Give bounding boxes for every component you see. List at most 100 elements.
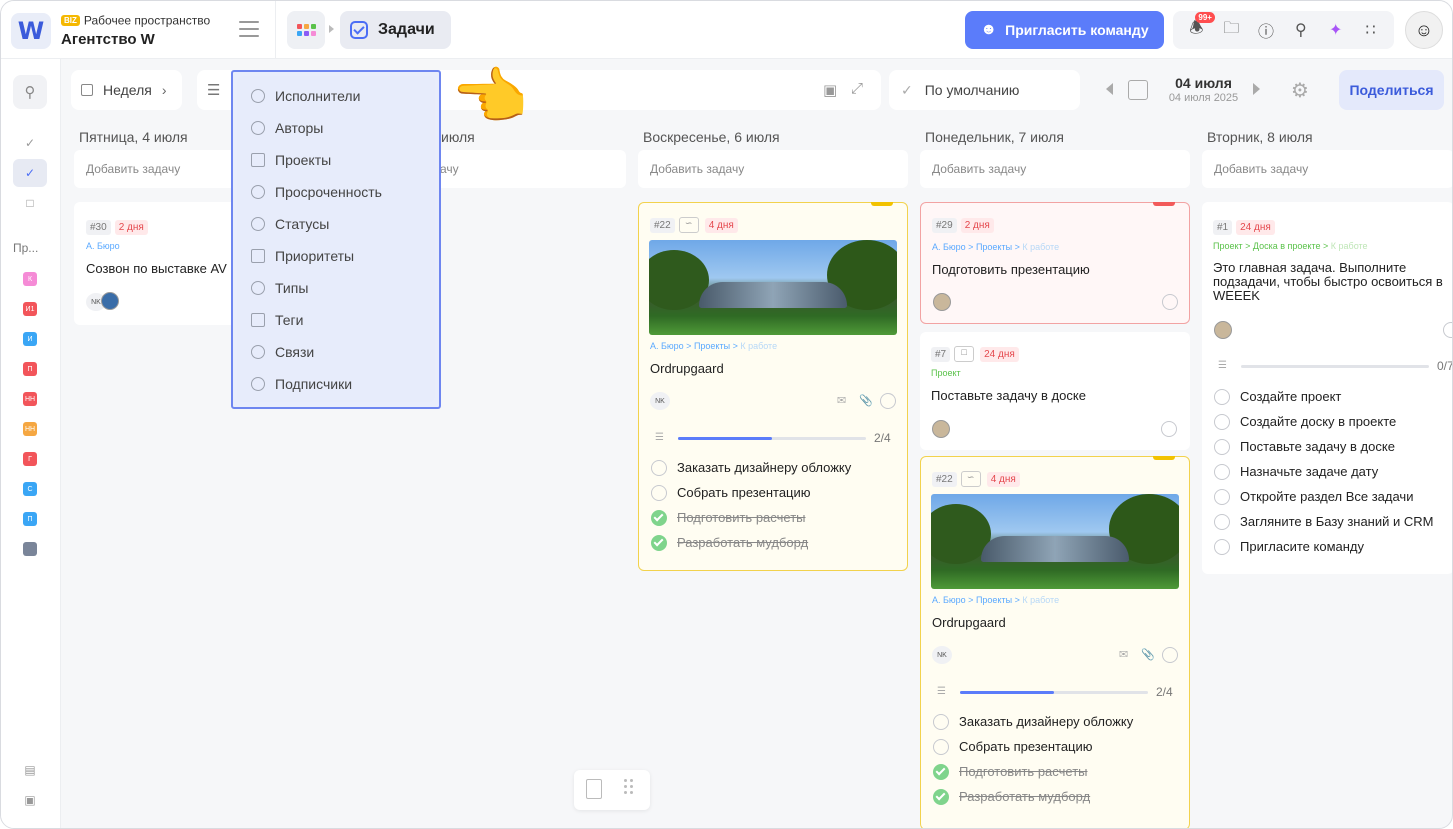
subtask-checkbox[interactable] <box>933 764 949 780</box>
filter-option-statuses[interactable]: Статусы <box>251 212 329 236</box>
sort-selector[interactable]: ✓ По умолчанию <box>889 70 1080 110</box>
task-status-checkbox[interactable] <box>1162 294 1178 310</box>
subtask-checkbox[interactable] <box>933 714 949 730</box>
subtask-checkbox[interactable] <box>651 535 667 551</box>
search-icon[interactable]: ⚲ <box>13 75 47 109</box>
subtask-checkbox[interactable] <box>651 510 667 526</box>
check-circle-icon[interactable]: ✓ <box>13 129 47 157</box>
subtask-text[interactable]: Подготовить расчеты <box>677 510 806 525</box>
subtask-text[interactable]: Заказать дизайнеру обложку <box>677 460 851 475</box>
task-card[interactable]: #1 24 дня Проект > Доска в проекте > К ра… <box>1202 202 1452 574</box>
assignee-avatar[interactable] <box>932 420 950 438</box>
task-status-checkbox[interactable] <box>880 393 896 409</box>
sidebar-project[interactable]: К <box>23 272 37 286</box>
trash-icon[interactable] <box>586 779 602 799</box>
subtask-checkbox[interactable] <box>1214 514 1230 530</box>
apps-grid-icon[interactable] <box>287 11 325 49</box>
filter-option-tags[interactable]: Теги <box>251 308 303 332</box>
subtask-text[interactable]: Загляните в Базу знаний и CRM <box>1240 514 1433 529</box>
gear-icon[interactable]: ⚙ <box>1291 78 1309 103</box>
task-title[interactable]: Ordrupgaard <box>650 361 724 376</box>
task-card[interactable]: #22 ∽ 4 дня А. Бюро > Проекты > К работе O… <box>638 202 908 571</box>
sidebar-project[interactable]: С <box>23 482 37 496</box>
subtask-checkbox[interactable] <box>1214 414 1230 430</box>
app-logo[interactable]: W <box>11 13 51 49</box>
add-task-input[interactable]: Добавить задачу <box>638 150 908 188</box>
task-breadcrumb[interactable]: Проект <box>931 368 961 378</box>
tasks-nav-icon[interactable]: ✓ <box>13 159 47 187</box>
subtask-text[interactable]: Разработать мудборд <box>959 789 1090 804</box>
subtask-text[interactable]: Создайте доску в проекте <box>1240 414 1396 429</box>
add-task-input[interactable]: Добавить задачу <box>920 150 1190 188</box>
subtask-checkbox[interactable] <box>1214 489 1230 505</box>
inbox-icon[interactable]: ▣ <box>13 786 47 814</box>
sidebar-project[interactable]: НН <box>23 392 37 406</box>
task-breadcrumb[interactable]: А. Бюро > Проекты > К работе <box>650 341 777 351</box>
task-title[interactable]: Подготовить презентацию <box>932 262 1090 277</box>
filter-option-overdue[interactable]: Просроченность <box>251 180 382 204</box>
filter-option-assignees[interactable]: Исполнители <box>251 84 360 108</box>
subtask-checkbox[interactable] <box>933 789 949 805</box>
subtask-text[interactable]: Откройте раздел Все задачи <box>1240 489 1413 504</box>
workspace-switcher[interactable]: BIZ Рабочее пространство Агентство W <box>61 12 210 48</box>
subtask-text[interactable]: Собрать презентацию <box>959 739 1093 754</box>
filter-sliders-icon[interactable]: ☰ <box>207 81 220 99</box>
prev-date-icon[interactable] <box>1106 83 1113 95</box>
subtask-text[interactable]: Заказать дизайнеру обложку <box>959 714 1133 729</box>
subtask-checkbox[interactable] <box>1214 389 1230 405</box>
sidebar-project[interactable]: НН <box>23 422 37 436</box>
filter-option-links[interactable]: Связи <box>251 340 314 364</box>
task-title[interactable]: Ordrupgaard <box>932 615 1006 630</box>
task-title[interactable]: Созвон по выставке AV <box>86 261 227 276</box>
calendar-icon[interactable] <box>1128 80 1148 100</box>
save-icon[interactable]: ▣ <box>823 81 837 99</box>
user-avatar[interactable]: ☺ <box>1405 11 1443 49</box>
task-breadcrumb[interactable]: А. Бюро > Проекты > К работе <box>932 242 1059 252</box>
add-task-input[interactable]: Добавить задачу <box>1202 150 1452 188</box>
task-breadcrumb[interactable]: Проект > Доска в проекте > К работе <box>1213 241 1368 251</box>
task-breadcrumb[interactable]: А. Бюро <box>86 241 120 251</box>
task-status-checkbox[interactable] <box>1443 322 1452 338</box>
task-card[interactable]: #29 2 дня А. Бюро > Проекты > К работе По… <box>920 202 1190 324</box>
archive-icon[interactable]: ▤ <box>13 756 47 784</box>
filter-option-priorities[interactable]: Приоритеты <box>251 244 354 268</box>
subtask-text[interactable]: Собрать презентацию <box>677 485 811 500</box>
assignee-avatar[interactable] <box>933 293 951 311</box>
task-breadcrumb[interactable]: А. Бюро > Проекты > К работе <box>932 595 1059 605</box>
filter-option-subscribers[interactable]: Подписчики <box>251 372 352 396</box>
subtask-text[interactable]: Создайте проект <box>1240 389 1341 404</box>
search-icon[interactable]: ⚲ <box>1289 18 1313 42</box>
assignee-avatar[interactable] <box>101 292 119 310</box>
subtask-checkbox[interactable] <box>1214 539 1230 555</box>
subtask-checkbox[interactable] <box>1214 464 1230 480</box>
bell-icon[interactable]: 🕭 99+ <box>1184 12 1215 42</box>
tasks-section-tab[interactable]: Задачи <box>340 11 451 49</box>
task-card[interactable]: #7 □ 24 дня Проект Поставьте задачу в доск… <box>920 332 1190 450</box>
view-selector[interactable]: Неделя › <box>71 70 182 110</box>
building-icon[interactable] <box>23 542 37 556</box>
subtask-text[interactable]: Назначьте задаче дату <box>1240 464 1378 479</box>
menu-icon[interactable] <box>239 21 259 37</box>
folder-icon[interactable]: 🗀 <box>1219 18 1243 42</box>
subtask-checkbox[interactable] <box>651 485 667 501</box>
share-button[interactable]: Поделиться <box>1339 70 1444 110</box>
task-status-checkbox[interactable] <box>1161 421 1177 437</box>
sidebar-project[interactable]: Г <box>23 452 37 466</box>
task-title[interactable]: Поставьте задачу в доске <box>931 388 1086 403</box>
filter-option-projects[interactable]: Проекты <box>251 148 331 172</box>
task-title[interactable]: Это главная задача. Выполните подзадачи,… <box>1213 261 1452 303</box>
drag-handle-icon[interactable] <box>624 779 633 794</box>
subtask-text[interactable]: Подготовить расчеты <box>959 764 1088 779</box>
sidebar-project[interactable]: И <box>23 332 37 346</box>
subtask-text[interactable]: Поставьте задачу в доске <box>1240 439 1395 454</box>
apps-icon[interactable]: ∷ <box>1359 18 1383 42</box>
invite-team-button[interactable]: ☻ Пригласить команду <box>965 11 1164 49</box>
sidebar-project[interactable]: П <box>23 512 37 526</box>
sidebar-project[interactable]: И1 <box>23 302 37 316</box>
expand-icon[interactable]: ⤢ <box>851 80 863 97</box>
subtask-text[interactable]: Пригласите команду <box>1240 539 1364 554</box>
subtask-text[interactable]: Разработать мудборд <box>677 535 808 550</box>
sidebar-project[interactable]: П <box>23 362 37 376</box>
folder-icon[interactable]: □ <box>13 189 47 217</box>
task-card[interactable]: #22 ∽ 4 дня А. Бюро > Проекты > К работе O… <box>920 456 1190 828</box>
